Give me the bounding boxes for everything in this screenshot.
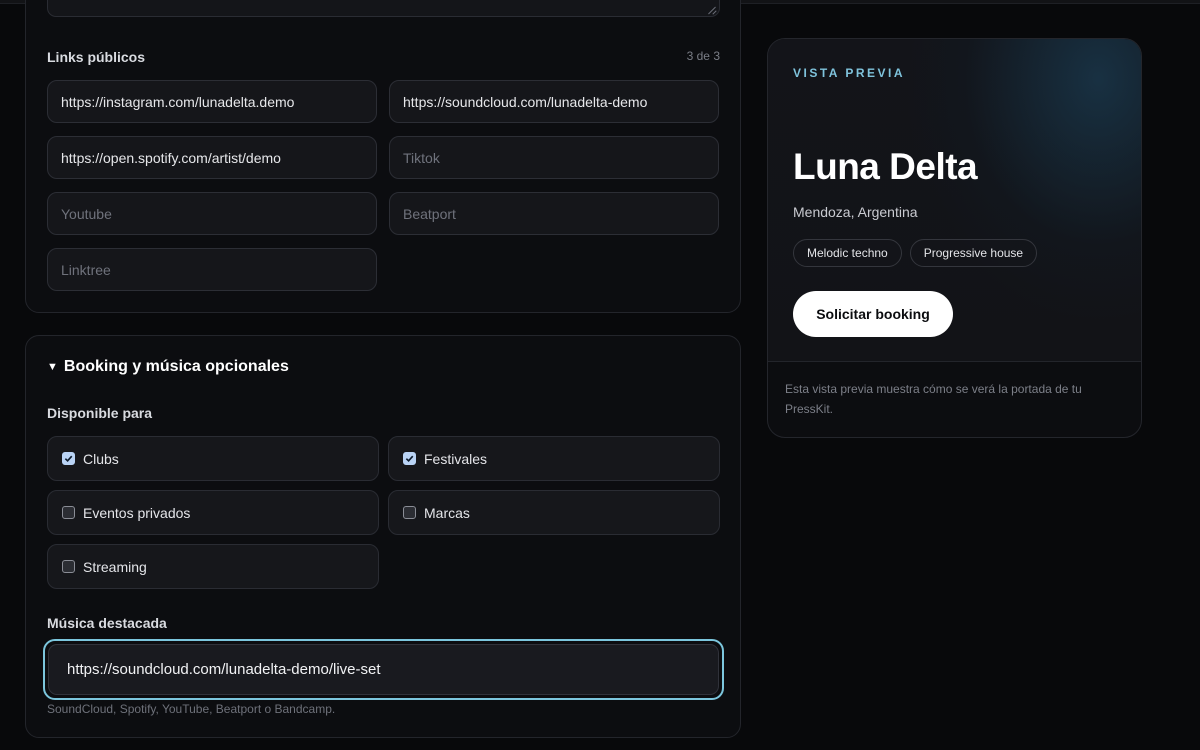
featured-music-label: Música destacada [47,615,167,631]
option-label: Eventos privados [83,504,191,521]
booking-section-toggle[interactable]: ▼ Booking y música opcionales [47,358,289,376]
featured-music-focus-ring [43,639,724,700]
links-counter: 3 de 3 [686,49,720,63]
preview-genre-tags: Melodic techno Progressive house [793,239,1038,267]
option-marcas[interactable]: Marcas [388,490,720,535]
genre-tag: Progressive house [909,239,1038,267]
instagram-link-input[interactable] [47,80,377,123]
option-festivales[interactable]: Festivales [388,436,720,481]
option-label: Clubs [83,450,119,467]
checkbox-icon[interactable] [62,506,75,519]
bio-textarea[interactable] [47,0,720,17]
preview-artist-name: Luna Delta [793,146,978,187]
preview-location: Mendoza, Argentina [793,204,918,220]
genre-tag: Melodic techno [793,239,902,267]
option-label: Streaming [83,558,147,575]
links-section-title: Links públicos [47,49,146,65]
option-eventos-privados[interactable]: Eventos privados [47,490,379,535]
preview-card: VISTA PREVIA Luna Delta Mendoza, Argenti… [767,38,1142,438]
featured-music-input[interactable] [48,644,719,695]
featured-music-hint: SoundCloud, Spotify, YouTube, Beatport o… [47,702,336,716]
option-streaming[interactable]: Streaming [47,544,379,589]
option-clubs[interactable]: Clubs [47,436,379,481]
available-for-label: Disponible para [47,405,153,421]
linktree-link-input[interactable] [47,248,377,291]
soundcloud-link-input[interactable] [389,80,719,123]
checkbox-icon[interactable] [403,506,416,519]
option-label: Marcas [424,504,470,521]
spotify-link-input[interactable] [47,136,377,179]
caret-down-icon: ▼ [47,361,58,373]
request-booking-button[interactable]: Solicitar booking [793,291,953,337]
resize-grip-icon[interactable] [707,5,716,14]
youtube-link-input[interactable] [47,192,377,235]
preview-eyebrow: VISTA PREVIA [793,66,906,80]
checkbox-icon[interactable] [403,452,416,465]
preview-hero: VISTA PREVIA Luna Delta Mendoza, Argenti… [768,39,1141,362]
beatport-link-input[interactable] [389,192,719,235]
checkbox-icon[interactable] [62,452,75,465]
booking-section-title: Booking y música opcionales [63,358,289,375]
preview-note: Esta vista previa muestra cómo se verá l… [785,382,1082,416]
tiktok-link-input[interactable] [389,136,719,179]
checkbox-icon[interactable] [62,560,75,573]
option-label: Festivales [424,450,488,467]
